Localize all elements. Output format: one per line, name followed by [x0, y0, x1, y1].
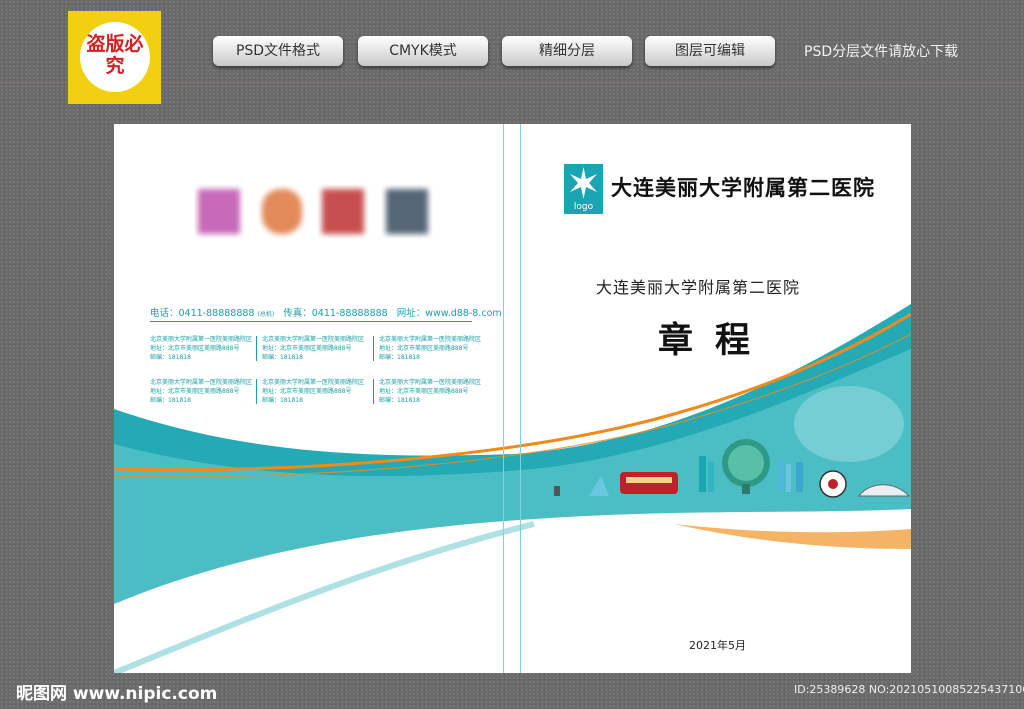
download-note: PSD分层文件请放心下载 [804, 44, 959, 60]
star-icon [570, 167, 597, 199]
hospital-name-calligraphy: 大连美丽大学附属第二医院 [611, 175, 875, 200]
blurred-photos [198, 189, 428, 234]
document-title: 章程 [658, 320, 773, 361]
contact-line: 电话：0411-88888888 (总机) 传真：0411-88888888 网… [150, 305, 502, 319]
address-block: 北京美丽大学附属第一医院美丽路院区 地址：北京市美丽区美丽路888号 邮编：18… [150, 379, 253, 404]
brochure-sheet: 电话：0411-88888888 (总机) 传真：0411-88888888 网… [114, 124, 911, 673]
image-id-watermark: ID:25389628 NO:20210510085225437106 [794, 683, 1024, 696]
pill-cmyk-mode[interactable]: CMYK模式 [358, 36, 488, 66]
address-block: 北京美丽大学附属第一医院美丽路院区 地址：北京市美丽区美丽路888号 邮编：18… [256, 378, 372, 405]
fax-text: 传真：0411-88888888 [283, 308, 388, 319]
address-block: 北京美丽大学附属第一医院美丽路院区 地址：北京市美丽区美丽路888号 邮编：18… [256, 335, 372, 362]
pill-fine-layers[interactable]: 精细分层 [502, 36, 632, 66]
phone-text: 电话：0411-88888888 [150, 308, 255, 319]
spine-guide-right [520, 124, 521, 673]
logo-label: logo [573, 202, 594, 212]
hospital-name: 大连美丽大学附属第二医院 [596, 278, 801, 297]
anti-piracy-badge: 盗版必究 [68, 11, 161, 104]
badge-text: 盗版必究 [86, 33, 144, 77]
address-block: 北京美丽大学附属第一医院美丽路院区 地址：北京市美丽区美丽路888号 邮编：18… [150, 336, 253, 361]
address-block: 北京美丽大学附属第一医院美丽路院区 地址：北京市美丽区美丽路888号 邮编：18… [373, 378, 489, 405]
address-block: 北京美丽大学附属第一医院美丽路院区 地址：北京市美丽区美丽路888号 邮编：18… [373, 335, 489, 362]
publish-date: 2021年5月 [689, 639, 746, 652]
site-watermark: 昵图网 www.nipic.com [16, 684, 218, 704]
website-text: 网址：www.d88-8.com [396, 308, 502, 319]
pill-psd-format[interactable]: PSD文件格式 [213, 36, 343, 66]
pill-editable-layers[interactable]: 图层可编辑 [645, 36, 775, 66]
contact-rule [150, 321, 472, 322]
spine-guide-left [503, 124, 504, 673]
phone-note: (总机) [257, 311, 275, 318]
